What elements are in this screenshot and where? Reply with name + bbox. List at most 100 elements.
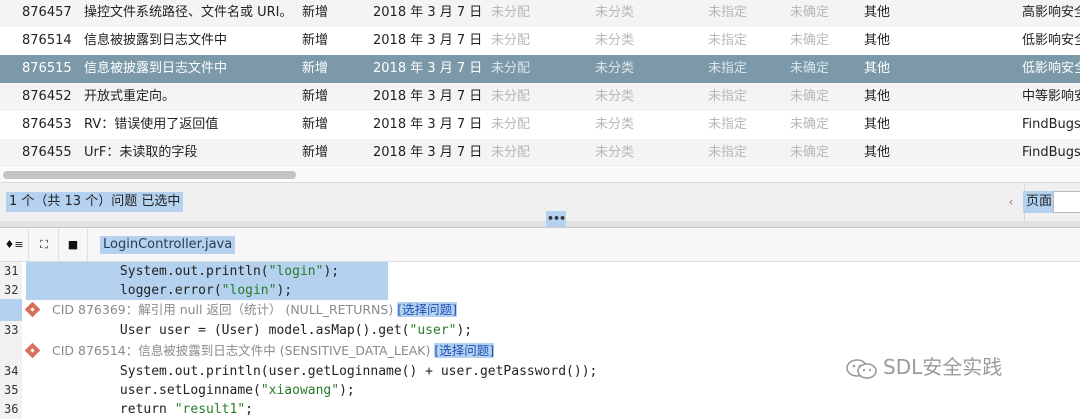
table-row[interactable]: 876455 UrF：未读取的字段 新增 2018 年 3 月 7 日 未分配 … <box>0 139 1080 167</box>
code-text: logger.error("login"); <box>26 281 388 300</box>
issue-owner: 未分配 <box>491 145 531 160</box>
issue-date: 2018 年 3 月 7 日 <box>373 5 483 20</box>
expand-icon[interactable]: ⛶ <box>30 228 59 261</box>
issue-date: 2018 年 3 月 7 日 <box>373 117 483 132</box>
issue-impact: 中等影响安 <box>1022 89 1080 104</box>
issue-title: UrF：未读取的字段 <box>84 145 198 160</box>
issue-status: 新增 <box>302 89 329 104</box>
issue-classification: 未分类 <box>595 89 635 104</box>
warning-icon <box>24 342 41 359</box>
issue-id: 876514 <box>22 33 72 48</box>
issue-action: 未指定 <box>708 89 748 104</box>
select-issue-link[interactable]: [选择问题] <box>397 302 457 317</box>
issue-severity: 未确定 <box>790 89 830 104</box>
code-text: user.setLoginname("xiaowang"); <box>26 383 355 398</box>
warning-icon <box>24 301 41 318</box>
code-viewer: 31 System.out.println("login"); 32 logge… <box>0 262 1080 419</box>
issue-annotation-text: CID 876514：信息被披露到日志文件中 (SENSITIVE_DATA_L… <box>52 343 435 358</box>
issue-id: 876515 <box>22 61 72 76</box>
chevron-left-icon[interactable]: ‹ <box>1002 191 1020 213</box>
issue-title: RV：错误使用了返回值 <box>84 117 219 132</box>
code-line: 35 user.setLoginname("xiaowang"); <box>0 381 1080 400</box>
issue-id: 876457 <box>22 5 72 20</box>
code-line: 36 return "result1"; <box>0 400 1080 419</box>
issue-category: 其他 <box>864 89 891 104</box>
issue-action: 未指定 <box>708 61 748 76</box>
code-line: 32 logger.error("login"); <box>0 281 1080 300</box>
file-tab[interactable]: LoginController.java <box>100 236 236 254</box>
issue-impact: 低影响安全 <box>1022 33 1080 48</box>
issue-category: 其他 <box>864 117 891 132</box>
issue-status: 新增 <box>302 5 329 20</box>
issue-severity: 未确定 <box>790 145 830 160</box>
annotation-gutter <box>0 340 22 362</box>
table-row[interactable]: 876452 开放式重定向。 新增 2018 年 3 月 7 日 未分配 未分类… <box>0 83 1080 111</box>
issue-owner: 未分配 <box>491 33 531 48</box>
code-line: 31 System.out.println("login"); <box>0 262 1080 281</box>
issue-impact: 低影响安全 <box>1022 61 1080 76</box>
issue-category: 其他 <box>864 145 891 160</box>
issue-date: 2018 年 3 月 7 日 <box>373 145 483 160</box>
issue-category: 其他 <box>864 61 891 76</box>
issue-category: 其他 <box>864 33 891 48</box>
issue-status: 新增 <box>302 61 329 76</box>
issue-action: 未指定 <box>708 117 748 132</box>
source-toolbar: ♦≡ ⛶ ■ LoginController.java <box>0 228 1080 262</box>
table-row-selected[interactable]: 876515 信息被披露到日志文件中 新增 2018 年 3 月 7 日 未分配… <box>0 55 1080 83</box>
issue-category: 其他 <box>864 5 891 20</box>
line-number: 34 <box>0 362 22 381</box>
issue-title: 操控文件系统路径、文件名或 URI。 <box>84 5 293 20</box>
page-label: 页面 <box>1023 191 1056 213</box>
issue-severity: 未确定 <box>790 117 830 132</box>
line-number: 31 <box>0 262 22 281</box>
annotation-gutter <box>0 299 22 321</box>
issue-title: 信息被披露到日志文件中 <box>84 61 228 76</box>
line-number: 32 <box>0 281 22 300</box>
table-row[interactable]: 876453 RV：错误使用了返回值 新增 2018 年 3 月 7 日 未分配… <box>0 111 1080 139</box>
issue-owner: 未分配 <box>491 89 531 104</box>
issue-impact: FindBugs <box>1022 145 1080 160</box>
issue-action: 未指定 <box>708 145 748 160</box>
pane-splitter[interactable]: ••• <box>0 211 1080 228</box>
watermark: SDL安全实践 <box>845 352 1002 382</box>
issue-owner: 未分配 <box>491 61 531 76</box>
issue-owner: 未分配 <box>491 117 531 132</box>
horizontal-scrollbar[interactable] <box>0 168 1080 182</box>
wechat-icon <box>846 358 877 379</box>
scrollbar-thumb[interactable] <box>3 171 296 179</box>
issue-id: 876455 <box>22 145 72 160</box>
status-bar: 1 个（共 13 个）问题 已选中 ‹ 页面 <box>0 182 1080 221</box>
code-line: 33 User user = (User) model.asMap().get(… <box>0 321 1080 340</box>
issue-severity: 未确定 <box>790 61 830 76</box>
toggle-issues-icon[interactable]: ♦≡ <box>0 228 29 261</box>
issue-action: 未指定 <box>708 5 748 20</box>
issue-date: 2018 年 3 月 7 日 <box>373 61 483 76</box>
select-issue-link[interactable]: [选择问题] <box>434 343 495 358</box>
issue-classification: 未分类 <box>595 61 635 76</box>
issue-annotation: CID 876369：解引用 null 返回（统计） (NULL_RETURNS… <box>0 299 1080 321</box>
issue-title: 信息被披露到日志文件中 <box>84 33 228 48</box>
issue-classification: 未分类 <box>595 145 635 160</box>
issues-table: 876457 操控文件系统路径、文件名或 URI。 新增 2018 年 3 月 … <box>0 0 1080 168</box>
issue-severity: 未确定 <box>790 33 830 48</box>
issue-id: 876453 <box>22 117 72 132</box>
folder-icon[interactable]: ■ <box>59 228 88 261</box>
issue-date: 2018 年 3 月 7 日 <box>373 33 483 48</box>
table-row[interactable]: 876457 操控文件系统路径、文件名或 URI。 新增 2018 年 3 月 … <box>0 0 1080 27</box>
code-text: System.out.println(user.getLoginname() +… <box>26 364 598 379</box>
issue-annotation-text: CID 876369：解引用 null 返回（统计） (NULL_RETURNS… <box>52 302 398 317</box>
splitter-grip-icon[interactable]: ••• <box>546 211 566 227</box>
code-text: return "result1"; <box>26 402 253 417</box>
issue-impact: FindBugs <box>1022 117 1080 132</box>
page-input[interactable] <box>1053 191 1080 213</box>
issue-id: 876452 <box>22 89 72 104</box>
issue-classification: 未分类 <box>595 117 635 132</box>
issue-action: 未指定 <box>708 33 748 48</box>
code-text: User user = (User) model.asMap().get("us… <box>26 323 473 338</box>
line-number: 36 <box>0 400 22 419</box>
line-number: 35 <box>0 381 22 400</box>
table-row[interactable]: 876514 信息被披露到日志文件中 新增 2018 年 3 月 7 日 未分配… <box>0 27 1080 55</box>
issue-title: 开放式重定向。 <box>84 89 176 104</box>
issue-status: 新增 <box>302 145 329 160</box>
issue-classification: 未分类 <box>595 33 635 48</box>
